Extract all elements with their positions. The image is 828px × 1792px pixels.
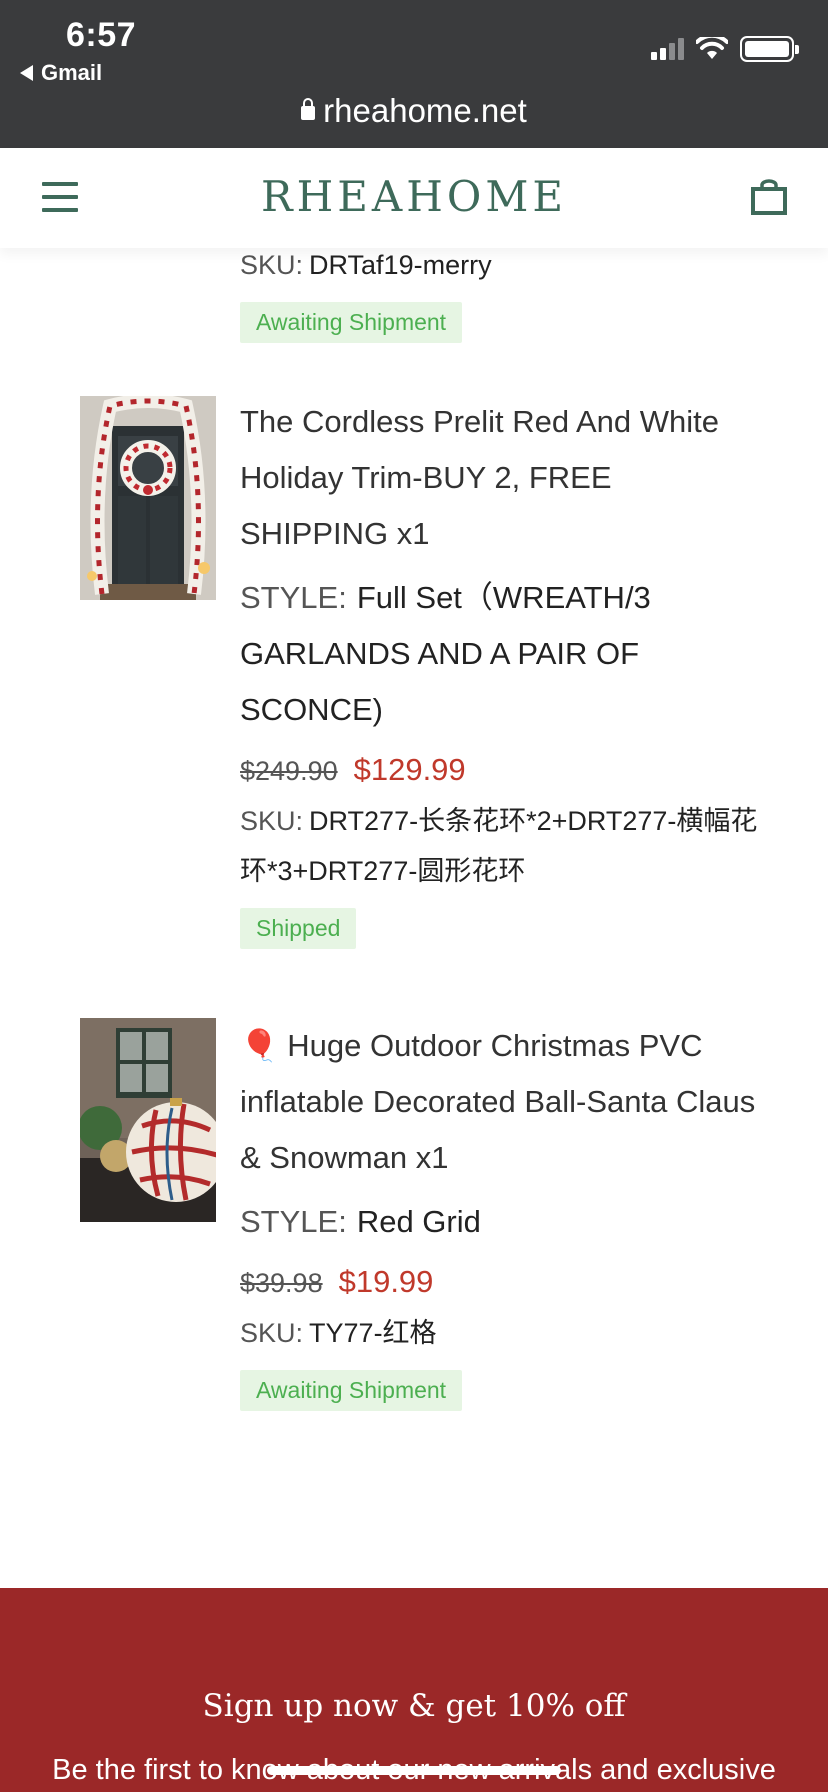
prev-item-details: SKU: DRTaf19-merry Awaiting Shipment [240,248,492,343]
status-bar: 6:57 Gmail rheahome.net [0,0,828,148]
original-price: $249.90 [240,756,338,786]
url-text: rheahome.net [323,92,527,129]
sale-price: $129.99 [353,752,466,787]
sale-price: $19.99 [338,1264,434,1299]
site-logo[interactable]: RHEAHOME [0,172,828,221]
lock-icon [301,98,316,120]
item-sku: SKU: DRT277-长条花环*2+DRT277-横幅花环*3+DRT277-圆… [240,806,758,886]
item-title[interactable]: 🎈 Huge Outdoor Christmas PVC inflatable … [240,1018,760,1186]
prev-item-sku: SKU: DRTaf19-merry [240,250,492,280]
site-header: RHEAHOME [0,148,828,248]
newsletter-footer: Sign up now & get 10% off Be the first t… [0,1588,828,1792]
cellular-signal-icon [651,38,684,60]
status-badge: Awaiting Shipment [240,1370,463,1411]
address-bar[interactable]: rheahome.net [0,92,828,130]
status-time: 6:57 [66,16,137,54]
wifi-icon [696,37,728,59]
status-badge: Awaiting Shipment [240,302,463,343]
item-details: The Cordless Prelit Red And White Holida… [240,394,760,949]
home-indicator[interactable] [267,1766,561,1775]
original-price: $39.98 [240,1268,323,1298]
item-style: STYLE: Red Grid [240,1204,481,1239]
item-sku: SKU: TY77-红格 [240,1318,437,1348]
back-to-gmail-button[interactable]: Gmail [20,60,102,86]
item-price: $249.90 $129.99 [240,752,760,788]
newsletter-title: Sign up now & get 10% off [202,1688,626,1724]
shopping-bag-icon[interactable] [750,178,788,216]
item-title[interactable]: The Cordless Prelit Red And White Holida… [240,394,760,562]
item-details: 🎈 Huge Outdoor Christmas PVC inflatable … [240,1018,760,1411]
status-badge: Shipped [240,908,357,949]
back-label: Gmail [41,60,103,85]
battery-icon [740,36,799,62]
balloon-icon: 🎈 [240,1028,279,1063]
back-arrow-icon [20,65,33,81]
item-style: STYLE: Full Set（WREATH/3 GARLANDS AND A P… [240,580,651,727]
system-icons [651,36,799,62]
product-image-wreath-door[interactable] [80,396,216,600]
product-image-inflatable-ball[interactable] [80,1018,216,1222]
item-price: $39.98 $19.99 [240,1264,760,1300]
